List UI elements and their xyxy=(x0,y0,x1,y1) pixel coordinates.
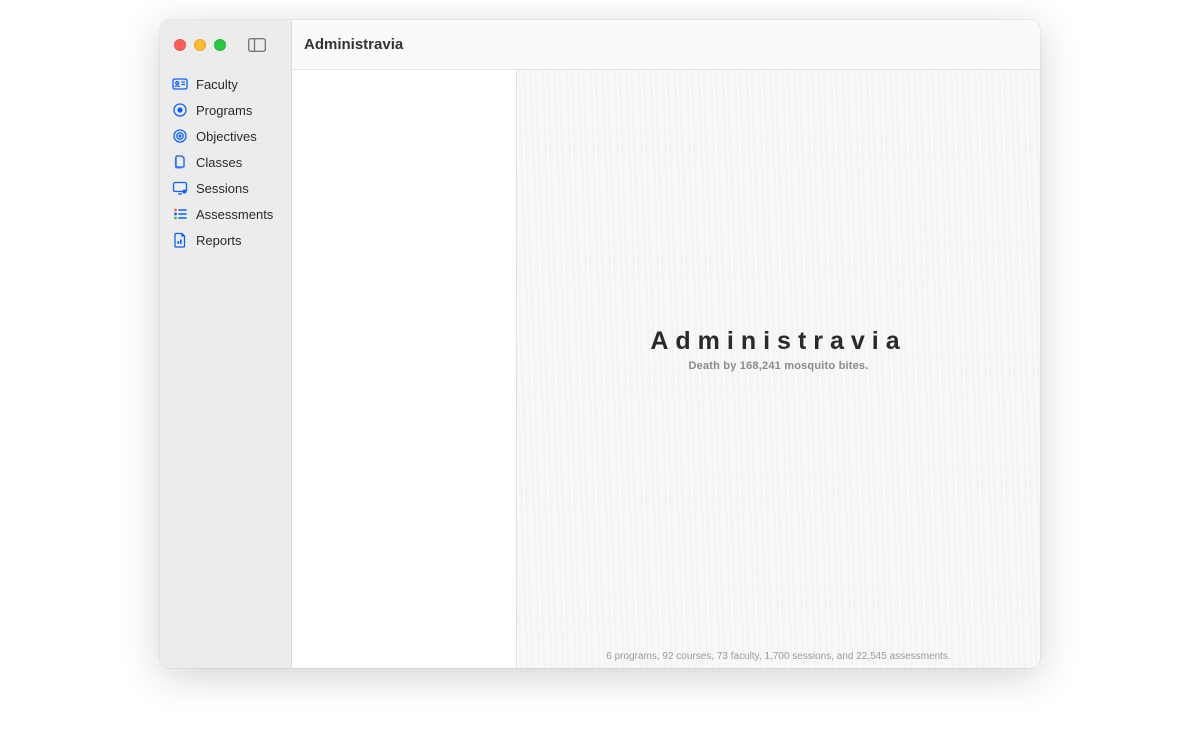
hero-subtitle: Death by 168,241 mosquito bites. xyxy=(650,360,906,372)
detail-pane: Administravia Death by 168,241 mosquito … xyxy=(517,70,1040,668)
sidebar-item-label: Programs xyxy=(196,103,252,118)
toolbar: Administravia xyxy=(292,20,1040,70)
app-window: Faculty Programs xyxy=(160,20,1040,668)
sidebar-item-label: Faculty xyxy=(196,77,238,92)
sidebar-item-assessments[interactable]: Assessments xyxy=(166,202,285,226)
main-area: Administravia Administravia Death by 168… xyxy=(292,20,1040,668)
sidebar-item-label: Sessions xyxy=(196,181,249,196)
sidebar-item-label: Assessments xyxy=(196,207,273,222)
hero-title: Administravia xyxy=(650,327,906,356)
minimize-window-button[interactable] xyxy=(194,39,206,51)
zoom-window-button[interactable] xyxy=(214,39,226,51)
traffic-lights xyxy=(174,39,226,51)
target-icon xyxy=(172,102,188,118)
checklist-icon xyxy=(172,206,188,222)
sidebar-toggle-button[interactable] xyxy=(248,38,266,52)
titlebar xyxy=(160,20,291,70)
close-window-button[interactable] xyxy=(174,39,186,51)
list-pane xyxy=(292,70,517,668)
doc-copy-icon xyxy=(172,154,188,170)
sidebar-item-label: Classes xyxy=(196,155,242,170)
sidebar-item-classes[interactable]: Classes xyxy=(166,150,285,174)
sidebar-item-objectives[interactable]: Objectives xyxy=(166,124,285,148)
report-icon xyxy=(172,232,188,248)
sidebar-item-sessions[interactable]: Sessions xyxy=(166,176,285,200)
bullseye-icon xyxy=(172,128,188,144)
sidebar-item-faculty[interactable]: Faculty xyxy=(166,72,285,96)
id-card-icon xyxy=(172,76,188,92)
content-area: Administravia Death by 168,241 mosquito … xyxy=(292,70,1040,668)
footer-stats: 6 programs, 92 courses, 73 faculty, 1,70… xyxy=(606,651,950,662)
sidebar-nav: Faculty Programs xyxy=(160,70,291,252)
hero: Administravia Death by 168,241 mosquito … xyxy=(650,327,906,372)
sidebar-item-programs[interactable]: Programs xyxy=(166,98,285,122)
window-title: Administravia xyxy=(304,36,403,53)
sidebar-item-reports[interactable]: Reports xyxy=(166,228,285,252)
sidebar-item-label: Reports xyxy=(196,233,242,248)
sidebar: Faculty Programs xyxy=(160,20,292,668)
display-dot-icon xyxy=(172,180,188,196)
sidebar-item-label: Objectives xyxy=(196,129,257,144)
